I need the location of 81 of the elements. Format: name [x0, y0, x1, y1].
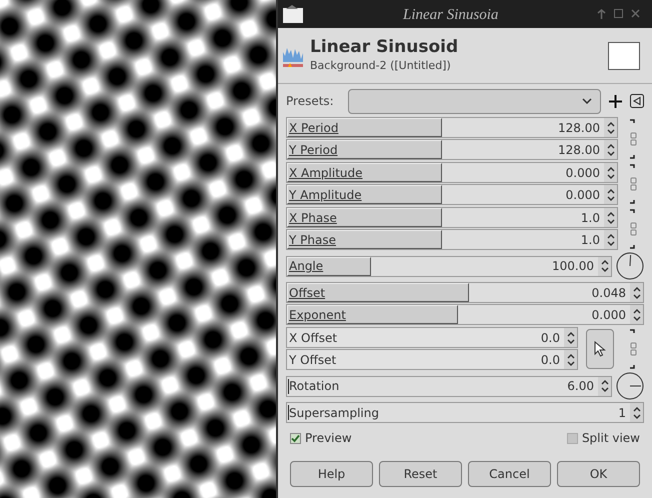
spin-arrows-icon[interactable] [566, 352, 574, 366]
param-value: 100.00 [552, 258, 595, 275]
param-label: Angle [288, 258, 324, 275]
spin-arrows-icon[interactable] [600, 379, 608, 393]
chevron-down-icon [582, 98, 592, 104]
param-value: 6.00 [567, 378, 595, 395]
param-label: Rotation [288, 378, 340, 395]
chain-link-icon[interactable] [629, 328, 637, 368]
pick-point-button[interactable] [586, 328, 614, 368]
app-icon [282, 4, 304, 24]
dialog-button[interactable]: Reset [379, 461, 462, 487]
param-value: 1 [618, 404, 627, 422]
spin-arrows-icon[interactable] [632, 308, 640, 322]
slider-field[interactable]: X Phase 1.0 [286, 207, 618, 228]
spin-arrows-icon[interactable] [632, 286, 640, 300]
slider-field[interactable]: Rotation 6.00 [286, 376, 612, 396]
slider-field[interactable]: Angle 100.00 [286, 256, 612, 276]
param-label: Offset [288, 284, 326, 302]
spin-arrows-icon[interactable] [606, 210, 614, 224]
preview-checkbox[interactable] [290, 432, 301, 444]
param-value: 0.000 [566, 186, 601, 204]
param-value: 0.0 [540, 330, 561, 346]
chain-link-icon[interactable] [629, 118, 637, 158]
spin-arrows-icon[interactable] [606, 166, 614, 180]
spin-arrows-icon[interactable] [606, 142, 614, 156]
param-label: X Offset [288, 330, 338, 346]
dialog-button[interactable]: OK [557, 461, 640, 487]
slider-field[interactable]: Offset 0.048 [286, 282, 644, 303]
triangle-left-icon[interactable] [630, 94, 644, 108]
param-value: 1.0 [580, 210, 601, 226]
slider-field[interactable]: X Amplitude 0.000 [286, 162, 618, 183]
param-label: X Phase [288, 210, 337, 226]
param-label: Y Amplitude [288, 186, 362, 204]
spin-arrows-icon[interactable] [600, 259, 608, 273]
dialog-button[interactable]: Cancel [468, 461, 551, 487]
slider-field[interactable]: Supersampling 1 [286, 402, 644, 423]
slider-field[interactable]: Y Offset 0.0 [286, 349, 578, 370]
param-label: Y Phase [288, 232, 336, 248]
param-value: 0.000 [592, 306, 627, 324]
param-value: 1.0 [580, 232, 601, 248]
slider-field[interactable]: X Period 128.00 [286, 117, 618, 138]
spin-arrows-icon[interactable] [632, 406, 640, 420]
maximize-icon[interactable] [614, 9, 623, 18]
chain-link-icon[interactable] [629, 208, 637, 248]
split-view-label: Split view [582, 430, 640, 447]
spin-arrows-icon[interactable] [566, 330, 574, 344]
param-label: Y Offset [288, 352, 336, 368]
spin-arrows-icon[interactable] [606, 232, 614, 246]
spin-arrows-icon[interactable] [606, 120, 614, 134]
slider-field[interactable]: Y Period 128.00 [286, 139, 618, 160]
param-value: 0.048 [592, 284, 627, 302]
angle-dial-icon[interactable] [616, 252, 644, 280]
preview-label: Preview [305, 430, 352, 447]
param-label: X Amplitude [288, 164, 363, 182]
split-view-checkbox[interactable] [566, 432, 578, 444]
up-arrow-icon[interactable] [597, 9, 606, 19]
param-label: Supersampling [288, 404, 379, 422]
color-swatch[interactable] [608, 42, 640, 70]
param-value: 128.00 [558, 142, 601, 158]
chain-link-icon[interactable] [629, 164, 637, 204]
close-icon[interactable] [631, 9, 640, 18]
param-value: 128.00 [558, 120, 601, 136]
layer-subtitle: Background-2 ([Untitled]) [310, 58, 452, 74]
dialog-title: Linear Sinusoid [310, 36, 458, 58]
angle-dial-icon[interactable] [616, 372, 644, 400]
slider-field[interactable]: Y Phase 1.0 [286, 229, 618, 250]
dialog-button[interactable]: Help [290, 461, 373, 487]
param-value: 0.0 [540, 352, 561, 368]
param-label: Exponent [288, 306, 346, 324]
pointer-icon [594, 340, 606, 356]
plus-icon[interactable] [609, 94, 622, 108]
slider-field[interactable]: X Offset 0.0 [286, 327, 578, 348]
slider-field[interactable]: Y Amplitude 0.000 [286, 184, 618, 205]
presets-dropdown[interactable] [348, 88, 601, 114]
window-title: Linear Sinusoia [403, 6, 498, 25]
spin-arrows-icon[interactable] [606, 188, 614, 202]
param-label: X Period [288, 120, 338, 136]
param-value: 0.000 [566, 164, 601, 182]
param-label: Y Period [288, 142, 338, 158]
presets-label: Presets: [286, 93, 335, 110]
slider-field[interactable]: Exponent 0.000 [286, 304, 644, 325]
